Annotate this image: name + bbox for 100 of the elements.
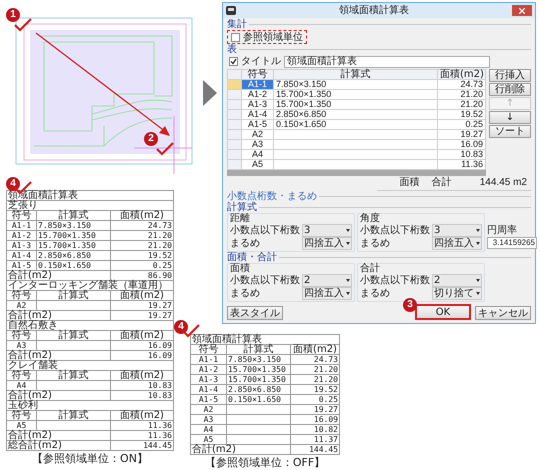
column-header: 符号: [6, 210, 36, 220]
group-name: 玉砂利: [6, 400, 174, 410]
total-label: 面積: [400, 178, 420, 190]
column-header[interactable]: 計算式: [274, 70, 438, 80]
row-header[interactable]: [228, 90, 242, 100]
dropdown[interactable]: 3: [302, 224, 352, 237]
group-name: 芝張り: [6, 200, 174, 210]
column-header[interactable]: 面積(m2): [438, 70, 486, 80]
cancel-button[interactable]: キャンセル: [475, 306, 531, 320]
row-header[interactable]: [228, 150, 242, 160]
table-cell: A1-1: [190, 354, 226, 364]
pi-field[interactable]: 3.14159265: [487, 237, 537, 249]
column-header: 符号: [6, 410, 36, 420]
table-cell: A1-3: [190, 374, 226, 384]
dropdown[interactable]: 四捨五入: [302, 287, 352, 300]
row-header[interactable]: [228, 80, 242, 90]
dropdown[interactable]: 2: [432, 274, 482, 287]
group-name: インターロッキング舗装（車道用）: [6, 280, 174, 290]
table-cell: 19.27: [110, 300, 174, 310]
table-cell[interactable]: 21.20: [438, 100, 486, 110]
table-cell[interactable]: 19.52: [438, 110, 486, 120]
grand-total-label: 総合計(m2): [6, 440, 110, 450]
field-label: まるめ: [360, 288, 391, 299]
column-header[interactable]: 符号: [242, 70, 274, 80]
table-cell[interactable]: 21.20: [438, 90, 486, 100]
close-button[interactable]: [512, 5, 532, 16]
table-cell[interactable]: 0.25: [438, 120, 486, 130]
table-action-button[interactable]: ソート: [489, 125, 531, 138]
dropdown[interactable]: 2: [302, 274, 352, 287]
dropdown[interactable]: 四捨五入: [432, 237, 482, 250]
table-cell[interactable]: 15.700×1.350: [274, 90, 438, 100]
step-marker: 4: [6, 177, 20, 191]
group-label: 合計: [360, 264, 381, 274]
table-cell[interactable]: 2.850×6.850: [274, 110, 438, 120]
table-cell: 15.700×1.350: [36, 240, 110, 250]
table-cell[interactable]: [274, 160, 438, 170]
subtotal-value: 16.09: [110, 350, 174, 360]
table-cell[interactable]: A4: [242, 150, 274, 160]
table-cell[interactable]: A3: [242, 140, 274, 150]
column-header: 面積(m2): [110, 210, 174, 220]
table-cell[interactable]: 24.73: [438, 80, 486, 90]
table-cell[interactable]: A2: [242, 130, 274, 140]
table-cell[interactable]: A1-2: [242, 90, 274, 100]
table-cell: 10.83: [110, 380, 174, 390]
table-cell[interactable]: 15.700×1.350: [274, 100, 438, 110]
subtotal-label: 合計(m2): [6, 350, 110, 360]
column-header: 計算式: [36, 330, 110, 340]
table-cell[interactable]: 10.83: [438, 150, 486, 160]
table-cell[interactable]: 0.150×1.650: [274, 120, 438, 130]
ok-button[interactable]: OK: [415, 304, 471, 320]
checkbox[interactable]: [229, 57, 238, 66]
row-header[interactable]: [228, 110, 242, 120]
table-cell[interactable]: A5: [242, 160, 274, 170]
table-cell[interactable]: 16.09: [438, 140, 486, 150]
caret-icon: [346, 229, 350, 232]
table-action-button[interactable]: ↓: [489, 111, 531, 124]
checkbox-label: タイトル: [241, 56, 281, 67]
column-header: 計算式: [36, 210, 110, 220]
field-label: まるめ: [230, 288, 261, 299]
app-icon: [226, 6, 236, 15]
section-label: 計算式: [227, 202, 257, 213]
row-header[interactable]: [228, 160, 242, 170]
table-cell[interactable]: 7.850×3.150: [274, 80, 438, 90]
table-action-button[interactable]: 行挿入: [489, 69, 531, 82]
column-header: 面積(m2): [110, 290, 174, 300]
dropdown[interactable]: 3: [432, 224, 482, 237]
table-cell[interactable]: [274, 140, 438, 150]
table-action-button[interactable]: 行削除: [489, 83, 531, 96]
table-cell[interactable]: [274, 150, 438, 160]
table-cell[interactable]: [274, 130, 438, 140]
dropdown[interactable]: 四捨五入: [302, 237, 352, 250]
field-label: 小数点以下桁数: [230, 275, 301, 286]
column-header: 符号: [190, 344, 226, 354]
table-cell: 21.20: [290, 374, 340, 384]
table-cell[interactable]: A1-3: [242, 100, 274, 110]
subtotal-value: 86.90: [110, 270, 174, 280]
table-cell: 7.850×3.150: [226, 354, 290, 364]
table-cell: A1-4: [6, 250, 36, 260]
subtotal-label: 合計(m2): [6, 270, 110, 280]
checkbox-label: 参照領域単位: [243, 32, 303, 42]
table-cell: 0.25: [290, 394, 340, 404]
table-title: 領域面積計算表: [190, 334, 340, 344]
table-cell[interactable]: A1-4: [242, 110, 274, 120]
dropdown[interactable]: 切り捨て: [432, 287, 482, 300]
group-name: 自然石敷き: [6, 320, 174, 330]
subtotal-label: 合計(m2): [6, 390, 110, 400]
row-header[interactable]: [228, 140, 242, 150]
row-header[interactable]: [228, 130, 242, 140]
table-cell: 15.700×1.350: [226, 374, 290, 384]
table-cell[interactable]: 19.27: [438, 130, 486, 140]
row-header[interactable]: [228, 120, 242, 130]
table-style-button[interactable]: 表スタイル: [227, 306, 283, 320]
column-header: 符号: [6, 330, 36, 340]
table-cell[interactable]: A1-5: [242, 120, 274, 130]
title-field[interactable]: 領域面積計算表: [284, 56, 490, 68]
checkbox[interactable]: [231, 32, 240, 42]
row-header[interactable]: [228, 100, 242, 110]
table-cell[interactable]: 11.36: [438, 160, 486, 170]
caption: 【参照領域単位：OFF】: [204, 456, 326, 469]
caret-icon: [476, 292, 480, 295]
